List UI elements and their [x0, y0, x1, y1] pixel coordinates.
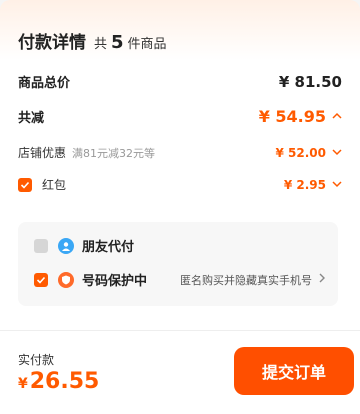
chevron-down-icon[interactable]	[332, 178, 342, 192]
redpacket-label-group: 红包	[18, 176, 66, 193]
shield-icon	[58, 271, 74, 288]
redpacket-label: 红包	[42, 178, 67, 192]
reduce-row[interactable]: 共减 ¥ 54.95	[18, 107, 342, 126]
reduce-value-group: ¥ 54.95	[259, 107, 342, 126]
store-discount-label: 店铺优惠	[18, 146, 67, 160]
item-count: 5	[111, 32, 124, 53]
chevron-up-icon[interactable]	[332, 110, 342, 124]
privacy-hint-link[interactable]: 匿名购买并隐藏真实手机号	[180, 272, 326, 288]
store-discount-label-group: 店铺优惠 满81元减32元等	[18, 144, 155, 161]
privacy-hint-text: 匿名购买并隐藏真实手机号	[180, 273, 312, 287]
payment-details-card: 付款详情 共 5 件商品 商品总价 ¥ 81.50 共减 ¥ 54.95 店铺优…	[0, 0, 360, 330]
chevron-right-icon	[318, 273, 326, 286]
redpacket-value-group: ¥ 2.95	[284, 178, 342, 192]
checkout-footer: 实付款 ¥26.55 提交订单	[0, 330, 360, 414]
payment-options-panel: 朋友代付 号码保护中 匿名购买并隐藏真实手机号	[18, 222, 338, 306]
privacy-label: 号码保护中	[82, 274, 148, 289]
page-header: 付款详情 共 5 件商品	[18, 28, 167, 53]
total-row: 商品总价 ¥ 81.50	[18, 72, 342, 92]
friend-avatar-icon	[58, 237, 74, 254]
pay-amount: 26.55	[29, 369, 100, 394]
total-label: 商品总价	[18, 76, 71, 91]
redpacket-row[interactable]: 红包 ¥ 2.95	[18, 176, 342, 193]
chevron-down-icon[interactable]	[332, 146, 342, 160]
store-discount-row[interactable]: 店铺优惠 满81元减32元等 ¥ 52.00	[18, 144, 342, 161]
currency-symbol: ¥	[18, 376, 28, 392]
reduce-value: ¥ 54.95	[258, 107, 326, 126]
redpacket-value: ¥ 2.95	[283, 177, 326, 192]
store-discount-value-group: ¥ 52.00	[276, 146, 342, 160]
store-discount-detail: 满81元减32元等	[72, 146, 156, 160]
privacy-option[interactable]: 号码保护中 匿名购买并隐藏真实手机号	[34, 270, 326, 289]
pay-label: 实付款	[18, 353, 55, 367]
submit-order-button[interactable]: 提交订单	[234, 347, 354, 395]
friend-pay-option[interactable]: 朋友代付	[34, 236, 326, 255]
total-value: ¥ 81.50	[278, 72, 342, 91]
item-count-suffix: 件商品	[127, 37, 167, 52]
item-count-prefix: 共	[94, 37, 108, 52]
friend-pay-label: 朋友代付	[82, 240, 135, 255]
redpacket-checkbox[interactable]	[18, 177, 32, 192]
friend-pay-checkbox[interactable]	[34, 238, 48, 253]
store-discount-value: ¥ 52.00	[275, 145, 326, 160]
page-title: 付款详情	[18, 33, 86, 53]
privacy-checkbox[interactable]	[34, 272, 48, 287]
pay-amount-group: ¥26.55	[18, 369, 99, 394]
reduce-label: 共减	[18, 111, 45, 126]
